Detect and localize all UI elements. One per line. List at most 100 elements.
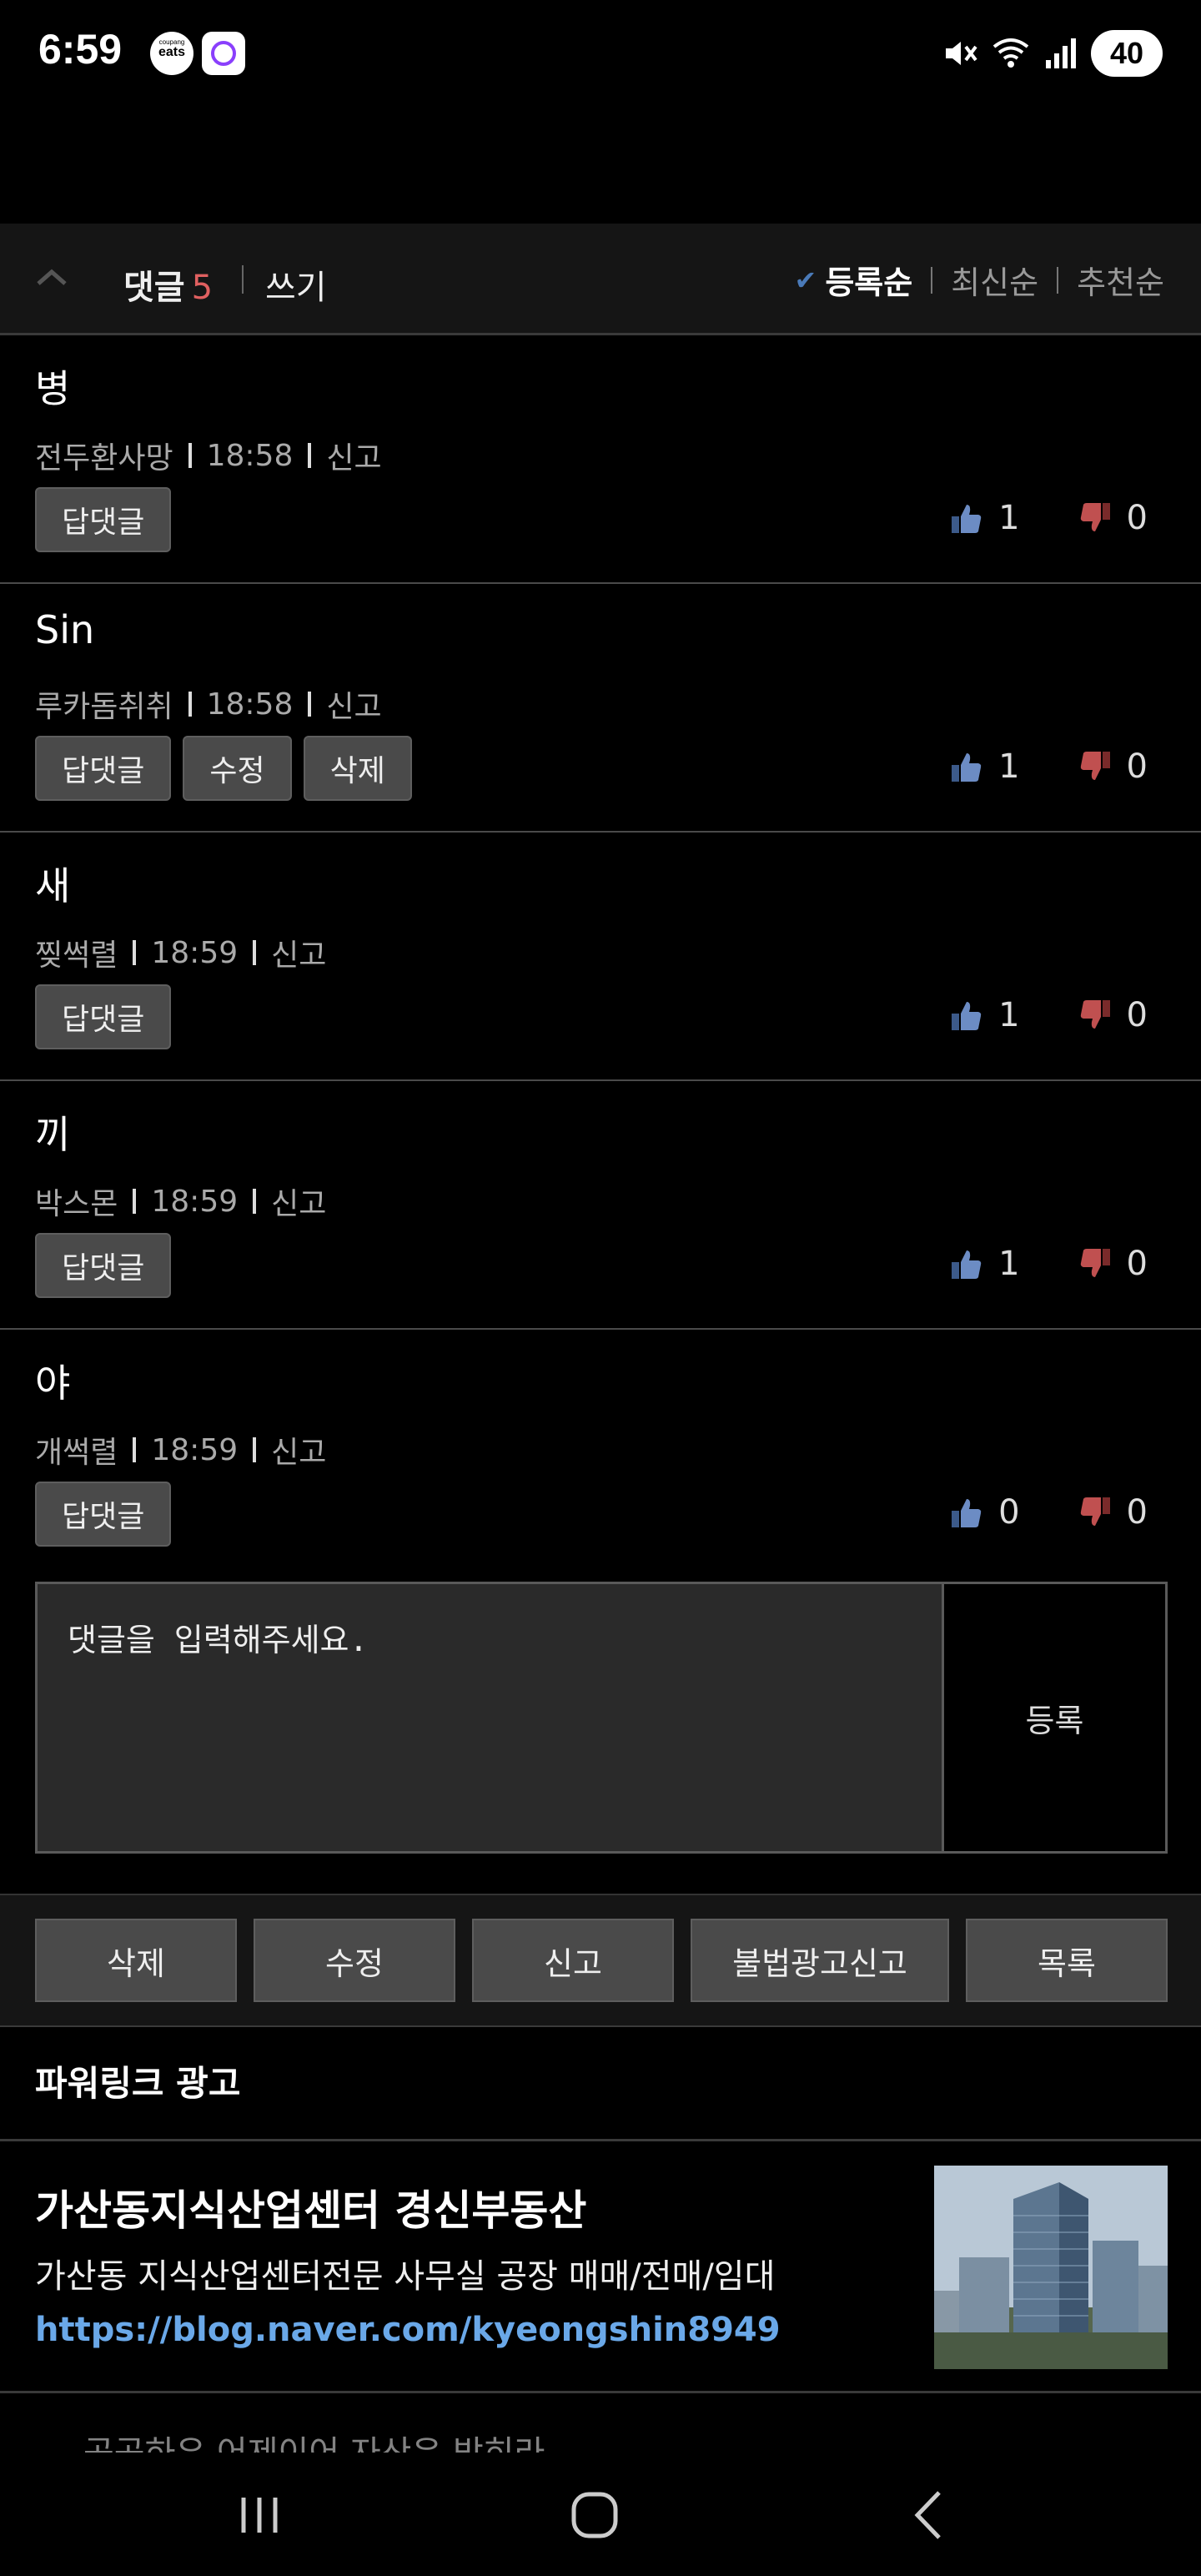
vote-controls: 1 0 (950, 499, 1148, 537)
comment-body: 야 (35, 1361, 71, 1406)
sort-divider (931, 266, 933, 294)
report-illegal-ad-button[interactable]: 불법광고신고 (691, 1919, 949, 2002)
sort-registered[interactable]: 등록순 (825, 257, 912, 303)
like-count: 1 (998, 747, 1020, 786)
circle-app-icon (202, 32, 245, 75)
ad-item-url[interactable]: https://blog.naver.com/kyeongshin8949 (35, 2311, 781, 2349)
thumbs-down-icon[interactable] (1078, 501, 1112, 535)
thumbs-down-icon[interactable] (1078, 1496, 1112, 1529)
comment-form: 등록 (35, 1582, 1168, 1854)
comment-item: 끼 박스몬 18:59 신고 답댓글 1 0 (0, 1081, 1201, 1330)
status-icons: 40 (941, 28, 1163, 78)
like-count: 0 (998, 1493, 1020, 1532)
comment-input[interactable] (38, 1584, 943, 1851)
recent-apps-icon[interactable] (222, 2478, 297, 2553)
comments-header: 댓글 5 쓰기 ✔ 등록순 최신순 추천순 (0, 224, 1201, 335)
ad-divider (0, 2391, 1201, 2393)
comment-meta: 박스몬 18:59 신고 (35, 1180, 326, 1223)
comment-meta: 개썩렬 18:59 신고 (35, 1428, 326, 1472)
comment-time: 18:59 (151, 1432, 239, 1467)
submit-comment-button[interactable]: 등록 (942, 1584, 1165, 1851)
comment-body: Sin (35, 607, 95, 652)
report-link[interactable]: 신고 (271, 931, 326, 974)
ad-item-description[interactable]: 가산동 지식산업센터전문 사무실 공장 매매/전매/임대 (35, 2249, 886, 2297)
comment-buttons: 답댓글 (35, 487, 172, 552)
comment-item: 새 찢썩렬 18:59 신고 답댓글 1 0 (0, 833, 1201, 1081)
comment-meta: 루카돔취취 18:58 신고 (35, 682, 382, 726)
dislike-count: 0 (1126, 499, 1148, 537)
comment-meta: 찢썩렬 18:59 신고 (35, 931, 326, 974)
delete-comment-button[interactable]: 삭제 (303, 736, 412, 801)
thumbs-up-icon[interactable] (950, 1496, 983, 1529)
reply-button[interactable]: 답댓글 (35, 1482, 172, 1547)
header-divider (242, 265, 244, 294)
thumbs-up-icon[interactable] (950, 501, 983, 535)
meta-divider (253, 940, 257, 965)
dislike-count: 0 (1126, 747, 1148, 786)
report-post-button[interactable]: 신고 (472, 1919, 674, 2002)
delete-post-button[interactable]: 삭제 (35, 1919, 237, 2002)
list-button[interactable]: 목록 (966, 1919, 1168, 2002)
comments-title: 댓글 5 (123, 260, 213, 309)
vote-controls: 0 0 (950, 1493, 1148, 1532)
ad-building-image[interactable] (934, 2166, 1168, 2369)
comment-author[interactable]: 루카돔취취 (35, 682, 173, 726)
like-count: 1 (998, 499, 1020, 537)
comment-body: 끼 (35, 1112, 71, 1157)
comment-buttons: 답댓글 (35, 984, 172, 1049)
vote-controls: 1 0 (950, 1245, 1148, 1283)
sort-recommended[interactable]: 추천순 (1077, 257, 1164, 303)
comment-author[interactable]: 전두환사망 (35, 434, 173, 477)
comment-item: 병 전두환사망 18:58 신고 답댓글 1 0 (0, 335, 1201, 584)
chevron-up-icon[interactable] (33, 259, 70, 295)
reply-button[interactable]: 답댓글 (35, 736, 172, 801)
thumbs-up-icon[interactable] (950, 1247, 983, 1280)
edit-post-button[interactable]: 수정 (254, 1919, 455, 2002)
comment-time: 18:59 (151, 935, 239, 970)
sort-latest[interactable]: 최신순 (951, 257, 1038, 303)
report-link[interactable]: 신고 (271, 1180, 326, 1223)
meta-divider (253, 1189, 257, 1214)
thumbs-down-icon[interactable] (1078, 1247, 1112, 1280)
comment-buttons: 답댓글 (35, 1233, 172, 1298)
system-navigation-bar (0, 2453, 1201, 2576)
thumbs-up-icon[interactable] (950, 750, 983, 783)
reply-button[interactable]: 답댓글 (35, 984, 172, 1049)
comment-body: 새 (35, 863, 71, 908)
like-count: 1 (998, 996, 1020, 1034)
comment-body: 병 (35, 366, 71, 411)
comments-count: 5 (191, 269, 214, 307)
mute-icon (946, 42, 977, 65)
comment-time: 18:58 (206, 438, 294, 473)
reply-button[interactable]: 답댓글 (35, 1233, 172, 1298)
signal-icon (1046, 38, 1076, 68)
status-time: 6:59 (38, 26, 123, 73)
meta-divider (133, 1437, 137, 1462)
thumbs-down-icon[interactable] (1078, 999, 1112, 1032)
comments-title-label: 댓글 (123, 269, 185, 307)
battery-indicator: 40 (1091, 30, 1163, 77)
report-link[interactable]: 신고 (326, 682, 381, 726)
meta-divider (133, 940, 137, 965)
check-icon: ✔ (794, 264, 817, 296)
home-icon[interactable] (557, 2478, 632, 2553)
dislike-count: 0 (1126, 1493, 1148, 1532)
ad-item-title[interactable]: 가산동지식산업센터 경신부동산 (35, 2177, 586, 2237)
write-comment-link[interactable]: 쓰기 (265, 260, 327, 309)
reply-button[interactable]: 답댓글 (35, 487, 172, 552)
comment-buttons: 답댓글 수정 삭제 (35, 736, 412, 801)
report-link[interactable]: 신고 (271, 1428, 326, 1472)
comment-author[interactable]: 개썩렬 (35, 1428, 118, 1472)
vote-controls: 1 0 (950, 747, 1148, 786)
back-icon[interactable] (892, 2478, 967, 2553)
comment-author[interactable]: 찢썩렬 (35, 931, 118, 974)
sort-divider (1057, 266, 1059, 294)
ad-divider (0, 2139, 1201, 2141)
meta-divider (253, 1437, 257, 1462)
thumbs-down-icon[interactable] (1078, 750, 1112, 783)
comment-author[interactable]: 박스몬 (35, 1180, 118, 1223)
edit-comment-button[interactable]: 수정 (183, 736, 292, 801)
comment-item: Sin 루카돔취취 18:58 신고 답댓글 수정 삭제 1 0 (0, 584, 1201, 833)
report-link[interactable]: 신고 (326, 434, 381, 477)
thumbs-up-icon[interactable] (950, 999, 983, 1032)
